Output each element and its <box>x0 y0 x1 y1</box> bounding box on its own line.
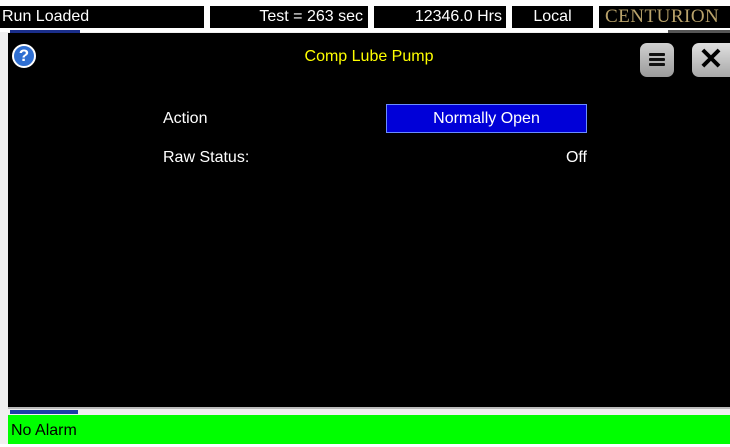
menu-line <box>649 63 665 66</box>
app-frame: Run Loaded Test = 263 sec 12346.0 Hrs Lo… <box>0 0 730 444</box>
status-bar: Run Loaded Test = 263 sec 12346.0 Hrs Lo… <box>0 0 730 32</box>
menu-line <box>649 53 665 56</box>
test-timer: Test = 263 sec <box>210 6 368 28</box>
brand-logo: CENTURION <box>599 6 730 28</box>
run-mode-status: Run Loaded <box>0 6 204 28</box>
action-select-button[interactable]: Normally Open <box>386 104 587 133</box>
alarm-bar[interactable]: No Alarm <box>8 415 730 444</box>
panel-divider <box>8 407 730 409</box>
alarm-indicator <box>10 410 78 414</box>
menu-line <box>649 58 665 61</box>
dialog-title: Comp Lube Pump <box>304 48 434 65</box>
close-icon[interactable]: ✕ <box>692 43 730 77</box>
engine-hours: 12346.0 Hrs <box>374 6 506 28</box>
dialog-panel: ? Comp Lube Pump ✕ Action Normally Open … <box>8 33 730 407</box>
action-label: Action <box>163 110 208 127</box>
control-mode: Local <box>512 6 593 28</box>
menu-icon[interactable] <box>640 43 674 77</box>
raw-status-label: Raw Status: <box>163 149 250 166</box>
raw-status-value: Off <box>565 149 587 166</box>
